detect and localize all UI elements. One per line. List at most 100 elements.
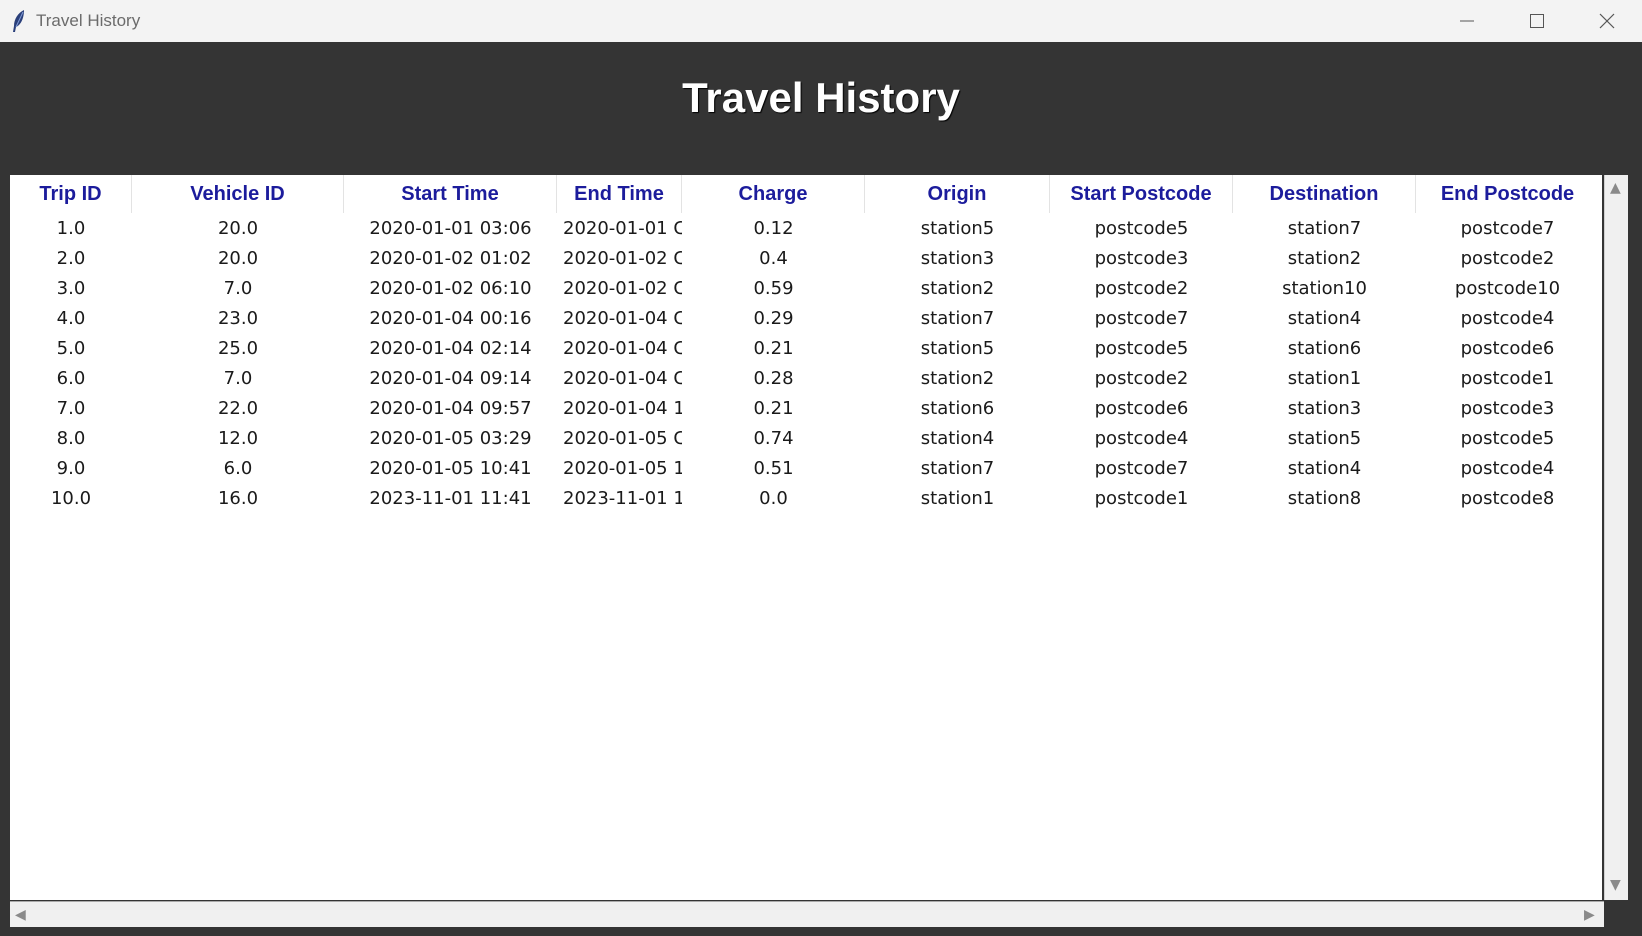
scroll-down-icon[interactable]: ▼ [1610,878,1621,892]
table-row[interactable]: 6.0 7.0 2020-01-04 09:14 2020-01-04 C 0.28 st… [10,363,1602,393]
table-row[interactable]: 1.0 20.0 2020-01-01 03:06 2020-01-01 C 0.12 s… [10,213,1602,243]
table-cell: station5 [1287,427,1362,449]
minimize-button[interactable] [1432,0,1502,42]
table-cell: 0.4 [759,247,788,269]
table-cell: 0.12 [753,217,794,239]
table-cell: 3.0 [56,277,86,299]
table-cell: station2 [920,367,995,389]
table-cell: 2020-01-04 C [563,367,682,389]
table-cell: 23.0 [217,307,259,329]
table-cell: 2020-01-04 00:16 [369,307,532,329]
scroll-right-icon[interactable]: ▶ [1584,908,1595,922]
table-cell: postcode2 [1094,367,1189,389]
table-row[interactable]: 4.0 23.0 2020-01-04 00:16 2020-01-04 C 0.29 s… [10,303,1602,333]
table-cell: 0.29 [753,307,794,329]
table-row[interactable]: 5.0 25.0 2020-01-04 02:14 2020-01-04 C 0.21 s… [10,333,1602,363]
table-cell: station10 [1282,277,1367,299]
table-cell: 7.0 [223,367,253,389]
table-cell: 2020-01-04 C [563,307,682,329]
table-cell: 2020-01-05 C [563,427,682,449]
table-header: Trip ID Vehicle ID Start Time End Time C… [10,175,1602,213]
column-header-start-postcode[interactable]: Start Postcode [1050,175,1233,213]
page-heading: Travel History [0,42,1642,174]
table-cell: 2020-01-02 C [563,277,682,299]
table-cell: 2020-01-02 06:10 [369,277,532,299]
table-cell: postcode4 [1460,457,1555,479]
table-cell: 12.0 [217,427,259,449]
table-row[interactable]: 9.0 6.0 2020-01-05 10:41 2020-01-05 1 0.51 st… [10,453,1602,483]
table-cell: postcode4 [1460,307,1555,329]
table-cell: station4 [1287,307,1362,329]
table-cell: station6 [920,397,995,419]
table-cell: 2020-01-05 10:41 [369,457,532,479]
table-cell: 6.0 [56,367,86,389]
table-cell: 9.0 [56,457,86,479]
table-cell: 2020-01-01 C [563,217,682,239]
table-cell: 2020-01-02 C [563,247,682,269]
table-cell: 2.0 [56,247,86,269]
table-cell: station2 [1287,247,1362,269]
table-cell: postcode7 [1460,217,1555,239]
table-cell: 2023-11-01 1 [563,487,682,509]
column-header-vehicle-id[interactable]: Vehicle ID [132,175,344,213]
table-cell: postcode7 [1094,307,1189,329]
table-cell: station7 [920,307,995,329]
table-cell: 16.0 [217,487,259,509]
table-cell: station3 [920,247,995,269]
table-cell: 1.0 [56,217,86,239]
table-row[interactable]: 7.0 22.0 2020-01-04 09:57 2020-01-04 1 0.21 s… [10,393,1602,423]
table-cell: 8.0 [56,427,86,449]
column-header-charge[interactable]: Charge [682,175,865,213]
table-cell: 0.51 [753,457,794,479]
maximize-icon [1530,14,1544,28]
table-cell: postcode5 [1460,427,1555,449]
table-row[interactable]: 3.0 7.0 2020-01-02 06:10 2020-01-02 C 0.59 st… [10,273,1602,303]
table-cell: postcode6 [1460,337,1555,359]
table-row[interactable]: 8.0 12.0 2020-01-05 03:29 2020-01-05 C 0.74 s… [10,423,1602,453]
table-cell: 4.0 [56,307,86,329]
scroll-up-icon[interactable]: ▲ [1610,181,1621,195]
minimize-icon [1460,20,1474,22]
table-cell: 2023-11-01 11:41 [369,487,532,509]
table-cell: 0.0 [759,487,788,509]
table-cell: 2020-01-05 03:29 [369,427,532,449]
table-cell: postcode3 [1094,247,1189,269]
travel-history-table[interactable]: Trip ID Vehicle ID Start Time End Time C… [10,175,1602,900]
close-button[interactable] [1572,0,1642,42]
table-cell: postcode8 [1460,487,1555,509]
column-header-end-postcode[interactable]: End Postcode [1416,175,1599,213]
column-header-origin[interactable]: Origin [865,175,1050,213]
table-cell: postcode1 [1460,367,1555,389]
column-header-trip-id[interactable]: Trip ID [10,175,132,213]
maximize-button[interactable] [1502,0,1572,42]
table-cell: station8 [1287,487,1362,509]
table-row[interactable]: 2.0 20.0 2020-01-02 01:02 2020-01-02 C 0.4 st… [10,243,1602,273]
table-cell: station1 [1287,367,1362,389]
window-controls [1432,0,1642,42]
vertical-scrollbar[interactable]: ▲ ▼ [1604,175,1628,900]
table-cell: 2020-01-01 03:06 [369,217,532,239]
table-cell: 5.0 [56,337,86,359]
table-cell: postcode4 [1094,427,1189,449]
table-cell: 2020-01-05 1 [563,457,682,479]
table-cell: 2020-01-04 09:14 [369,367,532,389]
table-cell: 20.0 [217,217,259,239]
column-header-end-time[interactable]: End Time [557,175,682,213]
table-cell: postcode5 [1094,217,1189,239]
column-header-destination[interactable]: Destination [1233,175,1416,213]
table-cell: 20.0 [217,247,259,269]
scroll-left-icon[interactable]: ◀ [15,908,26,922]
table-row[interactable]: 10.0 16.0 2023-11-01 11:41 2023-11-01 1 0.0 s… [10,483,1602,513]
table-cell: 2020-01-04 02:14 [369,337,532,359]
table-cell: station2 [920,277,995,299]
table-cell: 0.21 [753,397,794,419]
table-cell: station1 [920,487,995,509]
table-cell: station6 [1287,337,1362,359]
close-icon [1599,13,1615,29]
table-cell: 6.0 [223,457,253,479]
table-cell: 2020-01-02 01:02 [369,247,532,269]
table-cell: station4 [1287,457,1362,479]
table-cell: 10.0 [50,487,92,509]
column-header-start-time[interactable]: Start Time [344,175,557,213]
horizontal-scrollbar[interactable]: ◀ ▶ [10,901,1604,927]
